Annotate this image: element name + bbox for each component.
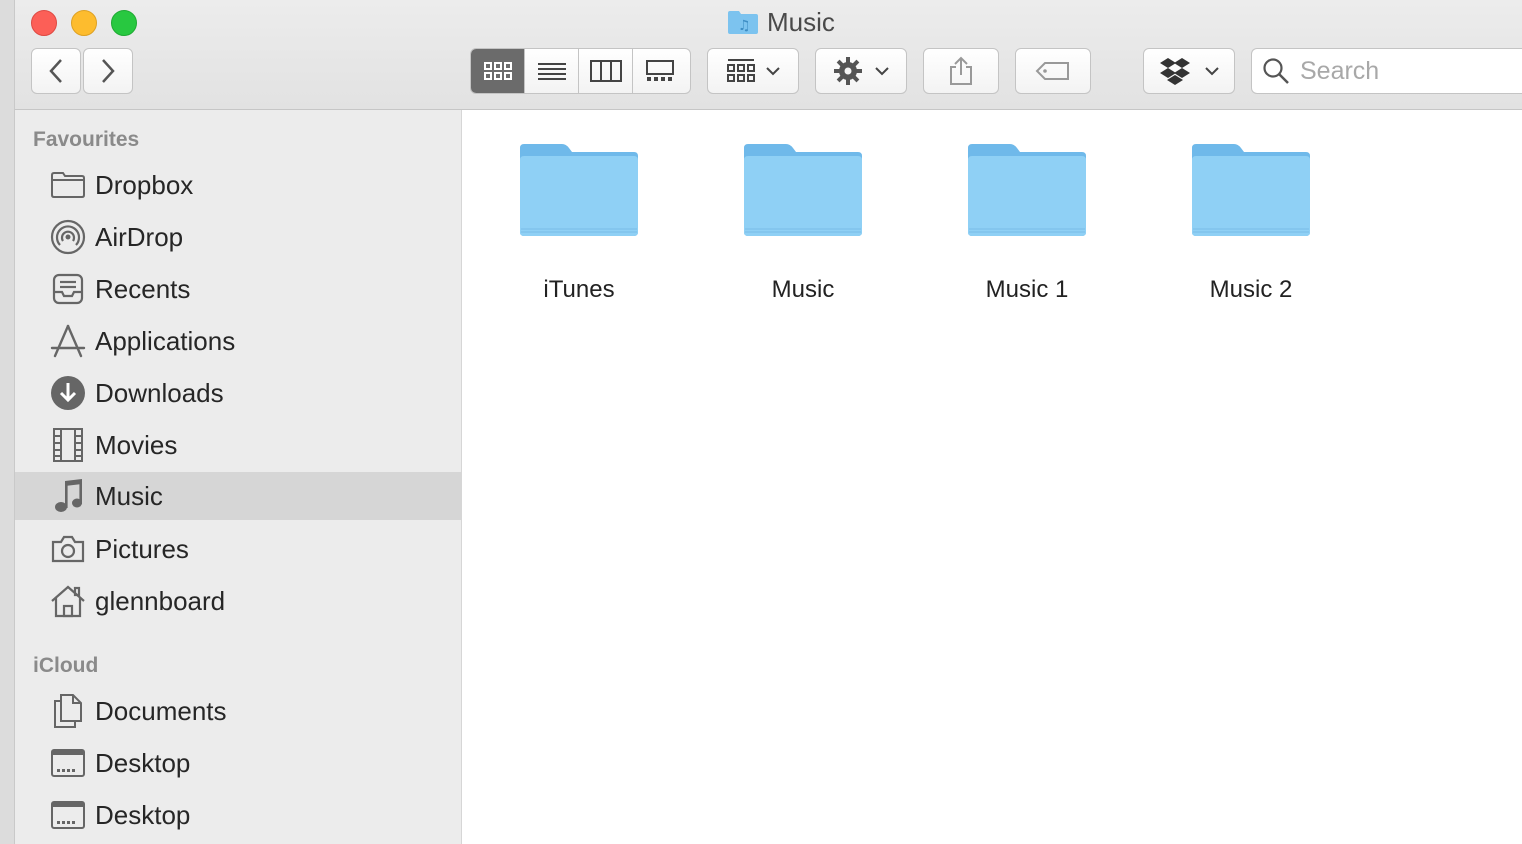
folder-icon: [744, 144, 862, 236]
back-button[interactable]: [31, 48, 81, 94]
home-icon: [49, 582, 87, 620]
chevron-down-icon: [875, 67, 889, 76]
window-title: ♫ Music: [727, 6, 835, 38]
action-menu-button[interactable]: [815, 48, 907, 94]
gear-icon: [834, 57, 862, 85]
sidebar-item-downloads[interactable]: Downloads: [15, 369, 461, 417]
sidebar-item-label: Documents: [95, 695, 227, 726]
sidebar: Favourites Dropbox AirDrop Recents Appli…: [15, 110, 462, 844]
share-icon: [950, 56, 972, 85]
column-view-icon: [589, 60, 622, 82]
sidebar-item-label: glennboard: [95, 585, 226, 616]
camera-icon: [49, 530, 87, 568]
close-window-button[interactable]: [31, 10, 57, 36]
chevron-left-icon: [49, 59, 62, 83]
list-view-icon: [537, 63, 566, 80]
window-title-text: Music: [767, 6, 835, 37]
music-folder-icon: ♫: [728, 11, 758, 34]
folder-icon: [49, 166, 87, 204]
chevron-down-icon: [766, 67, 780, 76]
film-icon: [49, 426, 87, 464]
column-view-button[interactable]: [579, 49, 633, 93]
tag-icon: [1035, 62, 1069, 80]
sidebar-item-home[interactable]: glennboard: [15, 577, 461, 625]
dropbox-menu-button[interactable]: [1143, 48, 1235, 94]
sidebar-item-label: Pictures: [95, 533, 189, 564]
sidebar-item-label: Movies: [95, 429, 178, 460]
desktop-icon: [49, 744, 87, 782]
dropbox-icon: [1160, 58, 1190, 85]
list-view-button[interactable]: [525, 49, 579, 93]
sidebar-item-music[interactable]: Music: [15, 472, 461, 520]
gallery-view-icon: [646, 60, 674, 81]
sidebar-item-label: AirDrop: [95, 221, 184, 252]
folder-icon: [1192, 144, 1310, 236]
sidebar-item-documents[interactable]: Documents: [15, 687, 461, 735]
applications-icon: [49, 322, 87, 360]
icon-view-button[interactable]: [471, 49, 525, 93]
toolbar: ♫ Music: [15, 0, 1522, 110]
search-field: [1251, 48, 1522, 94]
sidebar-item-applications[interactable]: Applications: [15, 317, 461, 365]
folder-item[interactable]: Music: [723, 140, 883, 304]
folder-item[interactable]: Music 1: [947, 140, 1107, 304]
sidebar-item-pictures[interactable]: Pictures: [15, 525, 461, 573]
chevron-right-icon: [102, 59, 115, 83]
sidebar-item-desktop[interactable]: Desktop: [15, 739, 461, 787]
music-note-icon: [49, 477, 87, 515]
share-button[interactable]: [923, 48, 999, 94]
folder-name: Music 1: [985, 276, 1069, 303]
minimize-window-button[interactable]: [71, 10, 97, 36]
group-grid-icon: [727, 59, 755, 82]
sidebar-item-label: Desktop: [95, 747, 191, 778]
sidebar-item-dropbox[interactable]: Dropbox: [15, 161, 461, 209]
sidebar-section-favourites: Favourites: [33, 128, 140, 151]
folder-icon: [968, 144, 1086, 236]
file-browser: iTunes Music Music 1 Music 2: [462, 110, 1522, 844]
view-mode-control: [470, 48, 691, 94]
svg-text:♫: ♫: [738, 18, 751, 34]
tags-button[interactable]: [1015, 48, 1091, 94]
search-input[interactable]: [1298, 55, 1522, 87]
finder-window: ♫ Music Search Favourites Dropbox AirDro…: [14, 0, 1522, 844]
sidebar-item-airdrop[interactable]: AirDrop: [15, 213, 461, 261]
folder-name: Music: [771, 276, 835, 303]
gallery-view-button[interactable]: [633, 49, 687, 93]
chevron-down-icon: [1205, 67, 1219, 76]
sidebar-item-label: Desktop: [95, 799, 191, 830]
folder-name: iTunes: [543, 276, 615, 303]
sidebar-item-label: Recents: [95, 273, 191, 304]
forward-button[interactable]: [83, 48, 133, 94]
sidebar-item-movies[interactable]: Movies: [15, 421, 461, 469]
sidebar-item-label: Applications: [95, 325, 236, 356]
folder-name: Music 2: [1209, 276, 1293, 303]
sidebar-section-icloud: iCloud: [33, 654, 99, 677]
search-icon: [1263, 58, 1289, 84]
folder-icon: [520, 144, 638, 236]
desktop-background: [0, 0, 14, 844]
group-by-button[interactable]: [707, 48, 799, 94]
desktop-icon: [49, 796, 87, 834]
airdrop-icon: [49, 218, 87, 256]
sidebar-item-label: Music: [95, 480, 163, 511]
icon-view-icon: [483, 62, 512, 80]
folder-item[interactable]: Music 2: [1171, 140, 1331, 304]
sidebar-item-recents[interactable]: Recents: [15, 265, 461, 313]
folder-item[interactable]: iTunes: [499, 140, 659, 304]
sidebar-item-label: Dropbox: [95, 169, 194, 200]
documents-icon: [49, 692, 87, 730]
zoom-window-button[interactable]: [111, 10, 137, 36]
sidebar-item-desktop-2[interactable]: Desktop: [15, 791, 461, 839]
recents-icon: [49, 270, 87, 308]
downloads-icon: [49, 374, 87, 412]
sidebar-item-label: Downloads: [95, 377, 224, 408]
